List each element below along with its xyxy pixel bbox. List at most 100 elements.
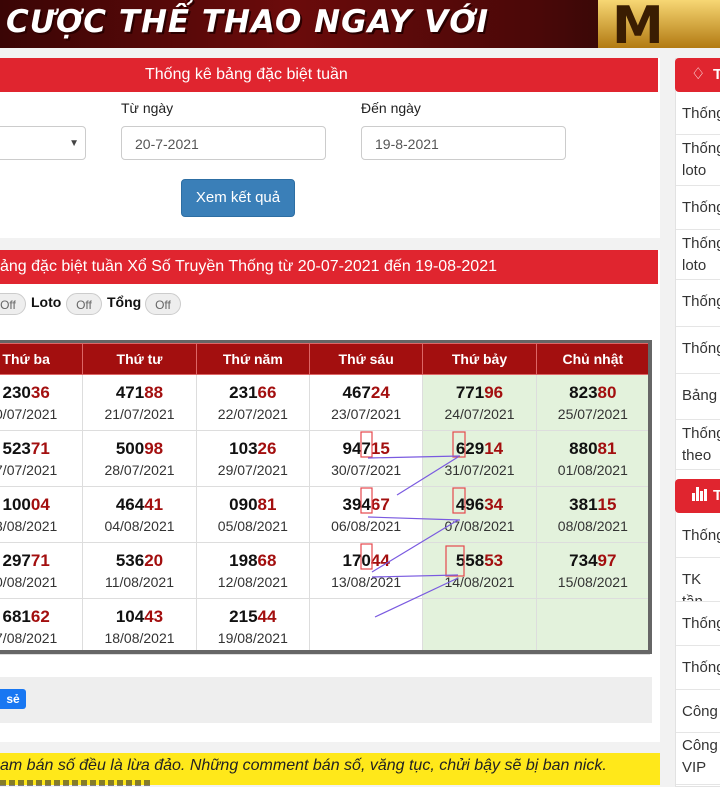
prize-number-tail: 71 — [30, 550, 50, 570]
table-cell: 47188 21/07/2021 — [82, 374, 197, 431]
prize-date: 15/08/2021 — [557, 573, 628, 590]
prize-number: 53620 — [83, 550, 195, 572]
prize-number: 21544 — [197, 606, 309, 628]
sidebar-link[interactable]: Công VIP — [676, 733, 720, 785]
sidebar-head-2: T — [675, 479, 720, 513]
prize-number-tail: 53 — [484, 550, 504, 570]
notice-text: am bán số đều là lừa đảo. Những comment … — [0, 757, 607, 774]
prize-date: 13/08/2021 — [331, 573, 402, 590]
prize-number: 77196 — [423, 382, 535, 404]
share-bar — [0, 677, 652, 723]
result-panel-title: ảng đặc biệt tuần Xổ Số Truyền Thống từ … — [0, 250, 658, 284]
table-row: 29771 0/08/2021 53620 11/08/2021 19868 12/08/… — [0, 542, 651, 599]
prize-number-tail: 15 — [597, 494, 617, 514]
prize-number: 10443 — [83, 606, 195, 628]
prize-number-tail: 44 — [370, 550, 390, 570]
prize-number-head: 215 — [229, 606, 258, 626]
prize-number: 46441 — [83, 494, 195, 516]
sidebar-link[interactable]: Thống — [676, 280, 720, 327]
table-cell: 68162 7/08/2021 — [0, 598, 84, 655]
banner-logo: M — [598, 0, 720, 48]
prize-date: 25/07/2021 — [557, 405, 628, 422]
toggle-tong[interactable]: Off — [145, 293, 181, 315]
prize-number: 09081 — [197, 494, 309, 516]
table-row: 52371 7/07/2021 50098 28/07/2021 10326 29/07/… — [0, 430, 651, 487]
table-cell — [422, 598, 537, 655]
from-date-input[interactable]: 20-7-2021 — [121, 126, 326, 160]
to-date-input[interactable]: 19-8-2021 — [361, 126, 566, 160]
table-row: 68162 7/08/2021 10443 18/08/2021 21544 19/08/… — [0, 598, 651, 655]
table-cell: 52371 7/07/2021 — [0, 430, 84, 487]
table-header-row: Thứ ba Thứ tư Thứ năm Thứ sáu Thứ bảy Ch… — [0, 343, 651, 375]
prize-number-head: 198 — [229, 550, 258, 570]
prize-date: 7/07/2021 — [0, 461, 58, 478]
prize-number-head: 467 — [342, 382, 371, 402]
sidebar-link[interactable]: Thống — [676, 602, 720, 646]
prize-number: 10326 — [197, 438, 309, 460]
toggle-loto[interactable]: Off — [66, 293, 102, 315]
toggle-first[interactable]: Off — [0, 293, 26, 315]
prize-number-tail: 68 — [257, 550, 277, 570]
sidebar-link[interactable]: Thống — [676, 514, 720, 558]
prize-number: 46724 — [310, 382, 422, 404]
sidebar-link[interactable]: Công — [676, 690, 720, 733]
prize-number-head: 231 — [229, 382, 258, 402]
prize-date: 21/07/2021 — [104, 405, 175, 422]
prize-number-head: 771 — [455, 382, 485, 402]
prize-date: 11/08/2021 — [104, 573, 174, 590]
prize-number-head: 230 — [2, 382, 31, 402]
table-cell: 17044 13/08/2021 — [308, 542, 424, 599]
prize-number: 38115 — [537, 494, 649, 516]
toggle-loto-label: Loto — [31, 294, 62, 310]
province-select[interactable]: ▼ — [0, 126, 86, 160]
sidebar-link[interactable]: Thống — [676, 646, 720, 690]
prize-date: 18/08/2021 — [104, 629, 175, 646]
prize-number-head: 629 — [455, 438, 485, 458]
sidebar-link[interactable]: Bảng — [676, 374, 720, 420]
prize-number-head: 823 — [569, 382, 598, 402]
prize-number-head: 381 — [569, 494, 598, 514]
prize-number-tail: 67 — [370, 494, 390, 514]
prize-number-head: 947 — [342, 438, 371, 458]
sidebar-link[interactable]: TK tần — [676, 558, 720, 602]
prize-number: 68162 — [0, 606, 82, 628]
chevron-down-icon: ▼ — [69, 138, 79, 149]
table-cell: 39467 06/08/2021 — [308, 486, 424, 543]
prize-date: 30/07/2021 — [331, 461, 402, 478]
table-cell: 46724 23/07/2021 — [308, 374, 424, 431]
prize-number-head: 471 — [115, 382, 145, 402]
search-panel-title-text: Thống kê bảng đặc biệt tuần — [145, 66, 348, 83]
table-cell: 50098 28/07/2021 — [82, 430, 197, 487]
submit-button[interactable]: Xem kết quả — [181, 179, 295, 217]
prize-number-head: 734 — [569, 550, 598, 570]
search-panel-title: Thống kê bảng đặc biệt tuần — [0, 58, 658, 92]
prize-number: 88081 — [537, 438, 649, 460]
sidebar-link[interactable]: Thống loto — [676, 135, 720, 186]
prize-number: 82380 — [537, 382, 649, 404]
prize-number-head: 100 — [2, 494, 31, 514]
bar-chart-icon — [692, 487, 708, 501]
prize-date: 29/07/2021 — [217, 461, 288, 478]
prize-number-head: 558 — [455, 550, 485, 570]
table-cell: 73497 15/08/2021 — [535, 542, 651, 599]
sidebar-link[interactable]: Thống — [676, 327, 720, 374]
prize-number-tail: 71 — [30, 438, 50, 458]
prize-date: 22/07/2021 — [217, 405, 288, 422]
prize-number-head: 103 — [229, 438, 258, 458]
prize-number-head: 394 — [342, 494, 371, 514]
prize-number-head: 464 — [115, 494, 145, 514]
prize-number: 23036 — [0, 382, 82, 404]
sidebar-link[interactable]: Thống loto — [676, 230, 720, 280]
sidebar-link[interactable]: Thống — [676, 92, 720, 135]
prize-date: 06/08/2021 — [331, 517, 402, 534]
sidebar-link[interactable]: Thống — [676, 186, 720, 230]
share-button[interactable]: sẻ — [0, 689, 26, 709]
sidebar-link[interactable]: Thống theo E — [676, 420, 720, 470]
prize-number-tail: 97 — [597, 550, 617, 570]
prize-date: 31/07/2021 — [444, 461, 515, 478]
prize-number: 52371 — [0, 438, 82, 460]
prize-number: 49634 — [423, 494, 535, 516]
promo-banner[interactable]: CƯỢC THỂ THAO NGAY VỚI M — [0, 0, 720, 48]
prize-number: 94715 — [310, 438, 422, 460]
prize-number: 10004 — [0, 494, 82, 516]
